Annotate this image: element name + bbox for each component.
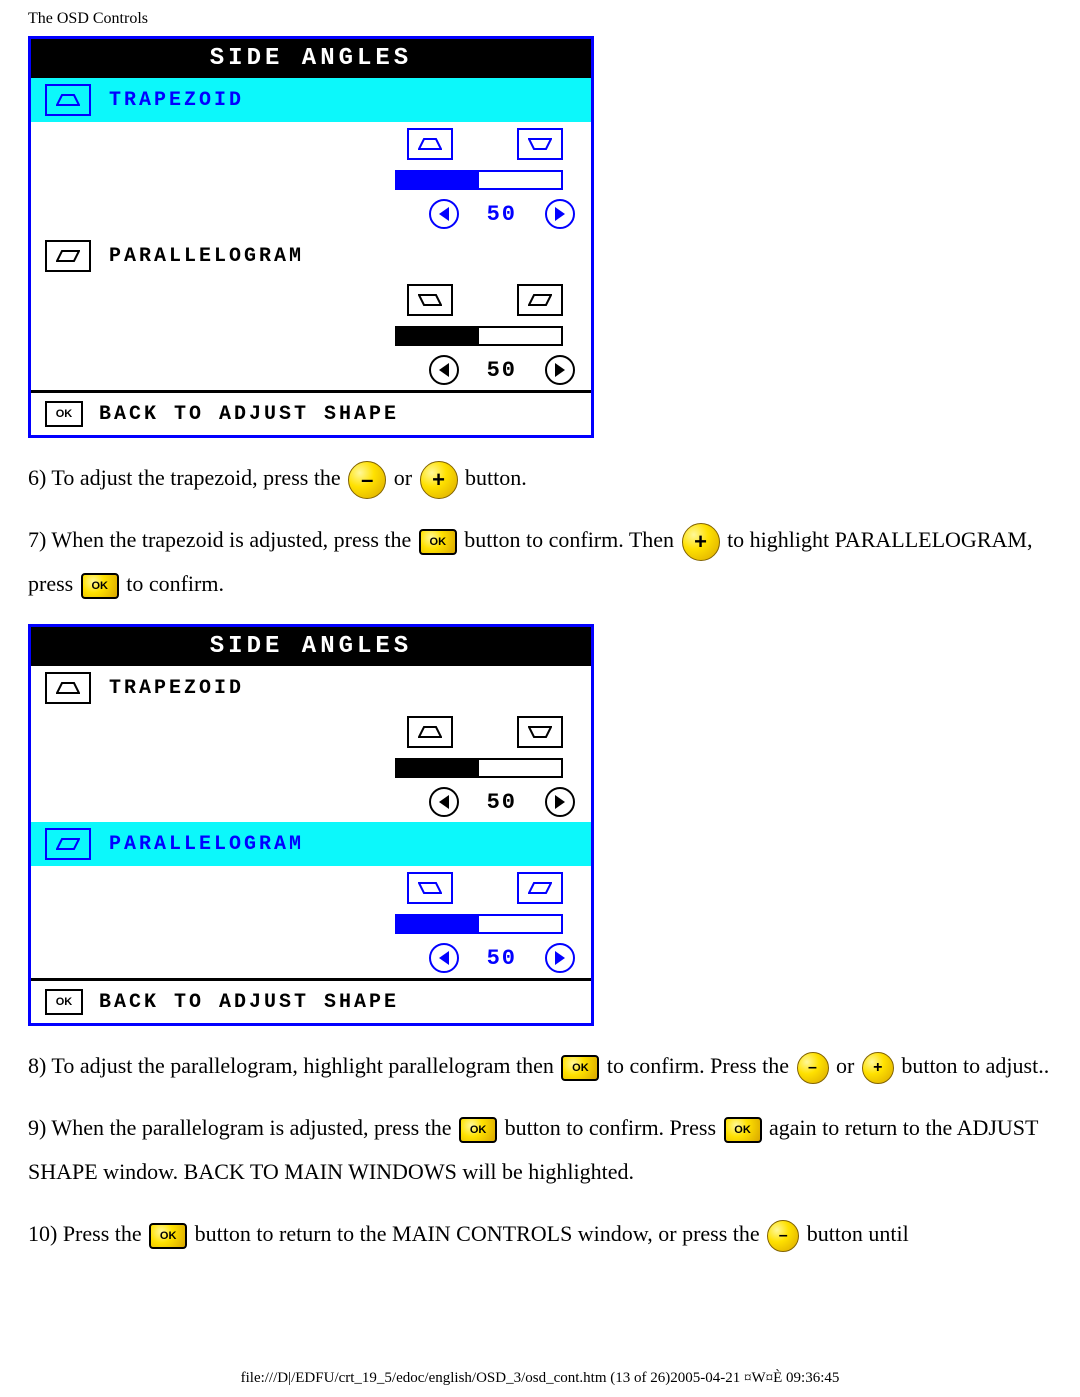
text: 8) To adjust the parallelogram, highligh…: [28, 1053, 559, 1078]
osd-footer: OK BACK TO ADJUST SHAPE: [31, 978, 591, 1023]
text: button to confirm. Press: [505, 1115, 722, 1140]
row-parallelogram: PARALLELOGRAM: [31, 234, 591, 278]
trapezoid-value-row: 50: [31, 782, 591, 822]
text: button until: [807, 1221, 909, 1246]
ok-button-icon: OK: [459, 1117, 497, 1143]
parallelogram-value-row: 50: [31, 350, 591, 390]
osd-title: SIDE ANGLES: [31, 39, 591, 78]
instruction-10: 10) Press the OK button to return to the…: [28, 1212, 1052, 1256]
text: 9) When the parallelogram is adjusted, p…: [28, 1115, 457, 1140]
trapezoid-icon: [45, 84, 91, 116]
trapezoid-slider: [395, 170, 563, 190]
trapezoid-slider: [395, 758, 563, 778]
instruction-9: 9) When the parallelogram is adjusted, p…: [28, 1106, 1052, 1194]
osd-footer-label: BACK TO ADJUST SHAPE: [99, 991, 399, 1014]
shape-narrow-bottom-icon: [517, 128, 563, 160]
trapezoid-shape-indicators: [31, 710, 591, 754]
minus-button-icon: –: [348, 461, 386, 499]
shape-lean-right-icon: [407, 284, 453, 316]
page-title: The OSD Controls: [0, 0, 1080, 28]
arrow-right-icon: [545, 943, 575, 973]
minus-button-icon: –: [797, 1052, 829, 1084]
text: button to return to the MAIN CONTROLS wi…: [195, 1221, 766, 1246]
parallelogram-value: 50: [487, 358, 517, 383]
row-parallelogram: PARALLELOGRAM: [31, 822, 591, 866]
parallelogram-value-row: 50: [31, 938, 591, 978]
text: 10) Press the: [28, 1221, 147, 1246]
text: 7) When the trapezoid is adjusted, press…: [28, 527, 417, 552]
arrow-left-icon: [429, 787, 459, 817]
row-parallelogram-label: PARALLELOGRAM: [109, 833, 304, 856]
parallelogram-slider: [395, 326, 563, 346]
trapezoid-shape-indicators: [31, 122, 591, 166]
text: 6) To adjust the trapezoid, press the: [28, 465, 346, 490]
parallelogram-icon: [45, 240, 91, 272]
page-footer: file:///D|/EDFU/crt_19_5/edoc/english/OS…: [0, 1370, 1080, 1387]
osd-title: SIDE ANGLES: [31, 627, 591, 666]
instruction-7: 7) When the trapezoid is adjusted, press…: [28, 518, 1052, 606]
parallelogram-icon: [45, 828, 91, 860]
shape-lean-left-icon: [517, 284, 563, 316]
ok-button-icon: OK: [149, 1223, 187, 1249]
instruction-8: 8) To adjust the parallelogram, highligh…: [28, 1044, 1052, 1088]
osd-screenshot-1: SIDE ANGLES TRAPEZOID 50 PARALLELOGRAM: [28, 36, 594, 438]
osd-footer: OK BACK TO ADJUST SHAPE: [31, 390, 591, 435]
arrow-left-icon: [429, 943, 459, 973]
shape-narrow-bottom-icon: [517, 716, 563, 748]
shape-narrow-top-icon: [407, 716, 453, 748]
parallelogram-shape-indicators: [31, 866, 591, 910]
shape-narrow-top-icon: [407, 128, 453, 160]
ok-icon: OK: [45, 989, 83, 1015]
ok-button-icon: OK: [561, 1055, 599, 1081]
arrow-right-icon: [545, 199, 575, 229]
text: or: [836, 1053, 860, 1078]
row-trapezoid-label: TRAPEZOID: [109, 89, 244, 112]
osd-footer-label: BACK TO ADJUST SHAPE: [99, 403, 399, 426]
row-parallelogram-label: PARALLELOGRAM: [109, 245, 304, 268]
parallelogram-value: 50: [487, 946, 517, 971]
arrow-right-icon: [545, 355, 575, 385]
text: to confirm.: [126, 571, 224, 596]
plus-button-icon: +: [682, 523, 720, 561]
minus-button-icon: –: [767, 1220, 799, 1252]
ok-button-icon: OK: [724, 1117, 762, 1143]
text: button to adjust..: [901, 1053, 1049, 1078]
ok-button-icon: OK: [81, 573, 119, 599]
osd-screenshot-2: SIDE ANGLES TRAPEZOID 50 PARALLELOGRAM: [28, 624, 594, 1026]
instruction-6: 6) To adjust the trapezoid, press the – …: [28, 456, 1052, 500]
shape-lean-right-icon: [407, 872, 453, 904]
shape-lean-left-icon: [517, 872, 563, 904]
trapezoid-value-row: 50: [31, 194, 591, 234]
trapezoid-value: 50: [487, 202, 517, 227]
text: to confirm. Press the: [607, 1053, 795, 1078]
row-trapezoid: TRAPEZOID: [31, 666, 591, 710]
ok-icon: OK: [45, 401, 83, 427]
arrow-right-icon: [545, 787, 575, 817]
plus-button-icon: +: [862, 1052, 894, 1084]
text: button to confirm. Then: [464, 527, 679, 552]
plus-button-icon: +: [420, 461, 458, 499]
parallelogram-slider: [395, 914, 563, 934]
text: button.: [465, 465, 527, 490]
parallelogram-shape-indicators: [31, 278, 591, 322]
ok-button-icon: OK: [419, 529, 457, 555]
row-trapezoid-label: TRAPEZOID: [109, 677, 244, 700]
trapezoid-value: 50: [487, 790, 517, 815]
arrow-left-icon: [429, 199, 459, 229]
text: or: [394, 465, 418, 490]
arrow-left-icon: [429, 355, 459, 385]
trapezoid-icon: [45, 672, 91, 704]
row-trapezoid: TRAPEZOID: [31, 78, 591, 122]
